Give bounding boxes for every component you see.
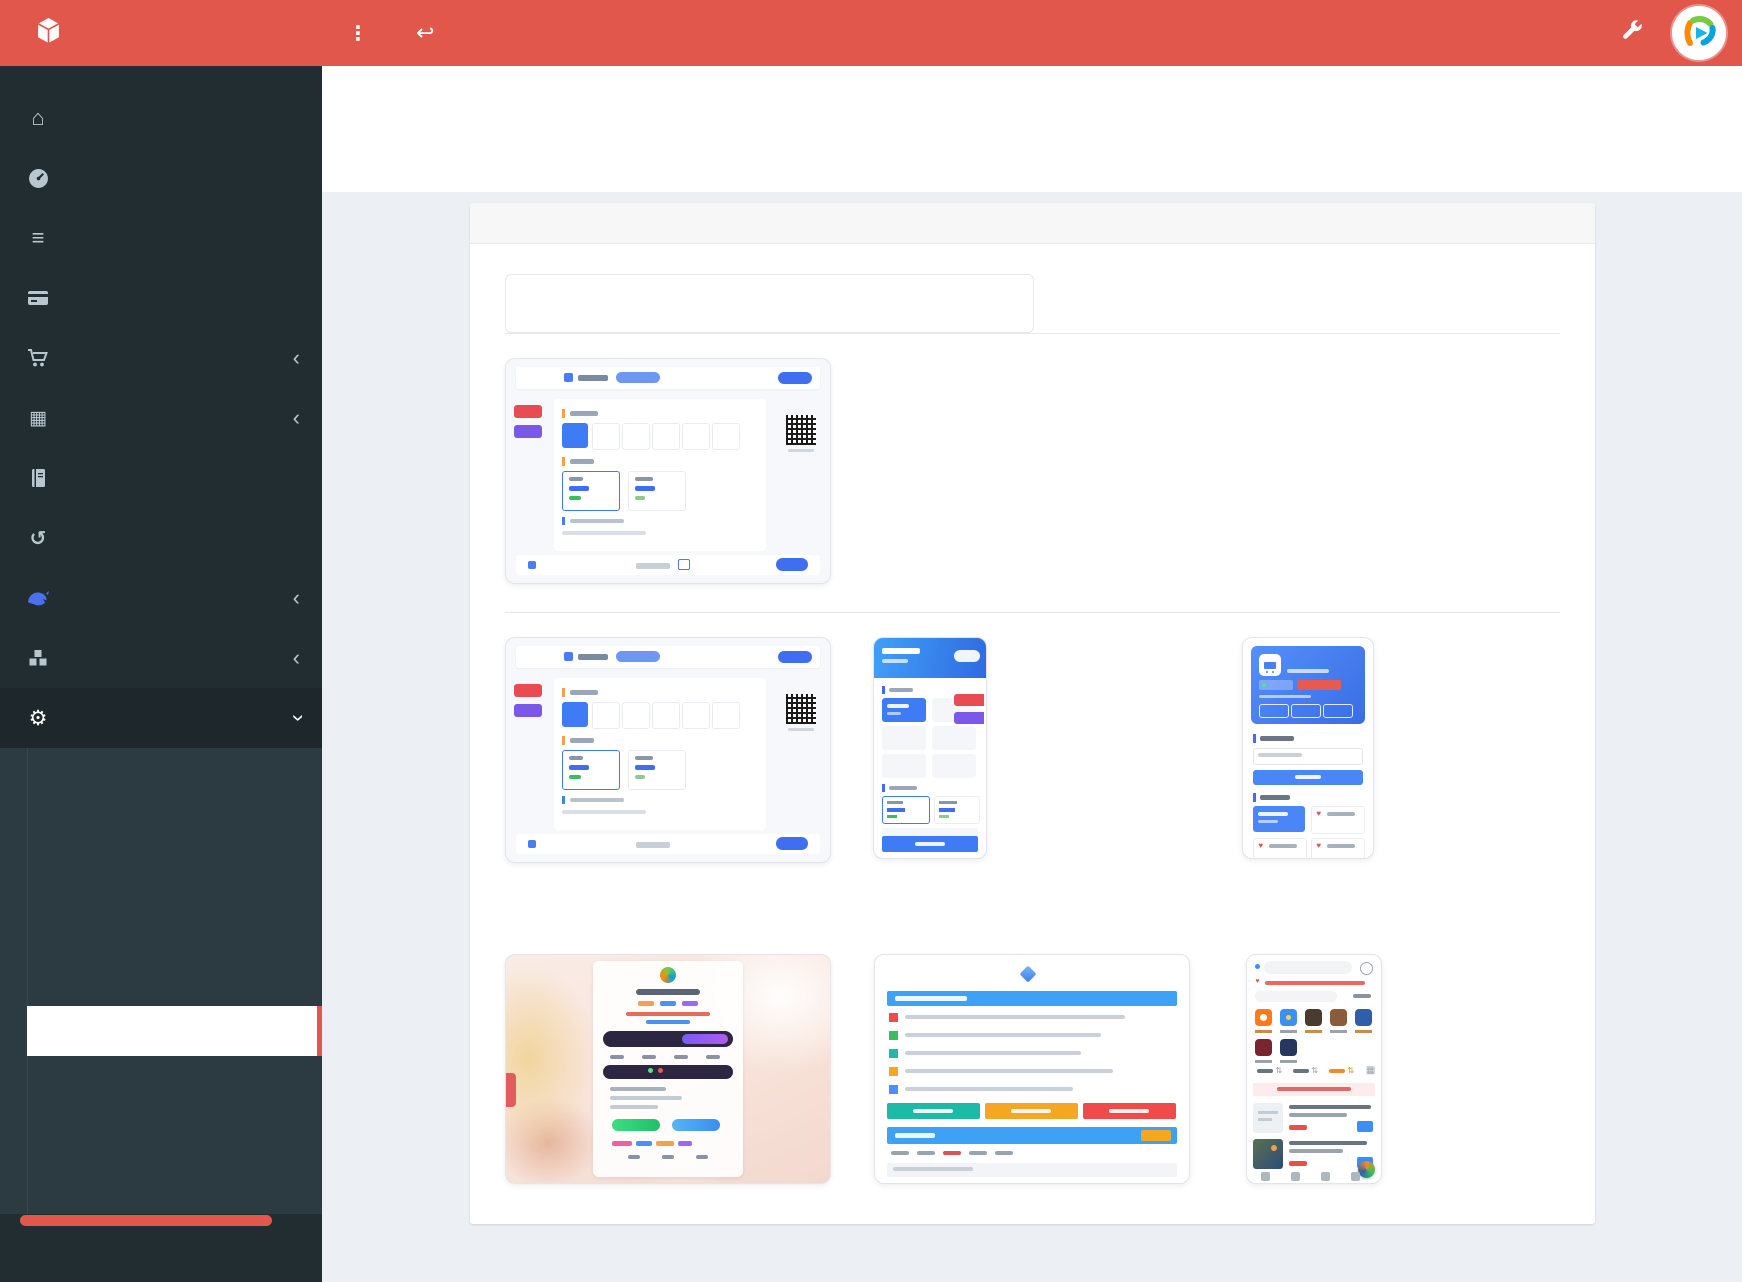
subitem-payment-api[interactable]	[0, 956, 322, 1006]
template-grid-row1	[505, 637, 1560, 900]
tab-template-settings[interactable]	[1034, 274, 1561, 331]
sidebar-item-login-log[interactable]	[0, 508, 322, 568]
chevron-left-icon	[293, 347, 300, 369]
template-cell-agodm	[857, 637, 1209, 900]
chevron-left-icon	[293, 647, 300, 669]
sidebar-item-integration[interactable]	[0, 628, 322, 688]
template-thumbnail-agod[interactable]	[505, 637, 831, 863]
cube-logo-icon	[36, 17, 61, 49]
tab-switch-template[interactable]	[505, 274, 1034, 333]
template-settings-card	[470, 203, 1595, 1224]
system-settings-submenu	[0, 748, 322, 1214]
sort-arrows-icon	[1311, 1066, 1318, 1075]
chevron-left-icon	[293, 587, 300, 609]
history-icon	[24, 526, 52, 551]
heart-icon	[1255, 978, 1259, 985]
content-header	[322, 66, 1742, 192]
subitem-anti-cc[interactable]	[0, 1156, 322, 1206]
whale-icon	[24, 588, 52, 608]
card-body	[470, 244, 1595, 1224]
topbar-nav	[322, 20, 442, 46]
book-icon	[24, 468, 52, 488]
list-icon	[24, 225, 52, 251]
home-icon	[24, 105, 52, 131]
current-template-thumbnail[interactable]	[505, 358, 831, 584]
template-thumbnail-anime[interactable]	[505, 954, 831, 1184]
subitem-announcement[interactable]	[0, 856, 322, 906]
sidebar-item-overview[interactable]	[0, 148, 322, 208]
sidebar-item-payment-log[interactable]	[0, 268, 322, 328]
chevron-down-icon	[293, 707, 300, 729]
tencent-video-avatar[interactable]	[1672, 6, 1726, 60]
sidebar-item-orders[interactable]	[0, 208, 322, 268]
menu-toggle-button[interactable]	[348, 21, 376, 46]
sidebar-item-home[interactable]	[0, 88, 322, 148]
template-cell-anime	[505, 954, 857, 1184]
template-thumbnail-agodm[interactable]	[873, 637, 987, 859]
template-cell-agodn	[1208, 637, 1560, 900]
sidebar-item-system-settings[interactable]	[0, 688, 322, 748]
sidebar	[0, 66, 322, 1282]
heart-icon	[1316, 809, 1321, 818]
sidebar-progress-bar	[20, 1215, 272, 1226]
template-thumbnail-agodn[interactable]	[1242, 637, 1374, 859]
main-content	[322, 0, 1742, 1282]
template-thumbnail-fxcoa[interactable]	[1246, 954, 1382, 1184]
sidebar-item-card-issuing[interactable]	[0, 388, 322, 448]
sidebar-item-articles[interactable]	[0, 448, 322, 508]
gear-icon	[24, 706, 52, 731]
template-thumbnail-qg[interactable]	[874, 954, 1190, 1184]
subitem-site-info[interactable]	[0, 756, 322, 806]
ellipsis-icon	[348, 21, 368, 46]
subitem-home-template[interactable]	[27, 1006, 322, 1056]
topbar	[0, 0, 1742, 66]
app-brand[interactable]	[0, 17, 322, 49]
sort-arrows-icon	[1275, 1066, 1282, 1075]
template-cell-qg	[857, 954, 1209, 1184]
grid-icon	[24, 407, 52, 430]
sort-arrows-icon	[1347, 1066, 1354, 1075]
chevron-left-icon	[293, 407, 300, 429]
card-header	[470, 203, 1595, 244]
cart-icon	[24, 348, 52, 368]
reply-arrow-icon	[416, 20, 434, 46]
sidebar-item-ai-model[interactable]	[0, 568, 322, 628]
heart-icon	[1316, 841, 1321, 850]
back-button[interactable]	[416, 20, 442, 46]
subitem-email-notify[interactable]	[0, 906, 322, 956]
content-body	[322, 192, 1742, 1282]
current-template-row	[505, 358, 1560, 584]
subitem-substation[interactable]	[0, 806, 322, 856]
subitem-quick-login[interactable]	[0, 1056, 322, 1106]
topbar-right	[1621, 6, 1742, 60]
grid-view-icon	[1366, 1065, 1375, 1076]
dashboard-icon	[24, 168, 52, 189]
subitem-captcha-ip[interactable]	[0, 1106, 322, 1156]
admin-app	[0, 0, 1742, 1282]
section-divider	[505, 612, 1560, 613]
sidebar-menu	[0, 66, 322, 1214]
wrench-icon[interactable]	[1621, 19, 1644, 47]
cubes-icon	[24, 648, 52, 668]
sidebar-item-products[interactable]	[0, 328, 322, 388]
template-grid-row2	[505, 922, 1560, 1184]
credit-card-icon	[24, 289, 52, 307]
heart-icon	[1258, 841, 1263, 850]
template-tabs	[505, 274, 1560, 334]
current-template-info	[958, 358, 976, 420]
template-cell-fxcoa	[1208, 954, 1560, 1184]
template-cell-agod	[505, 637, 857, 900]
